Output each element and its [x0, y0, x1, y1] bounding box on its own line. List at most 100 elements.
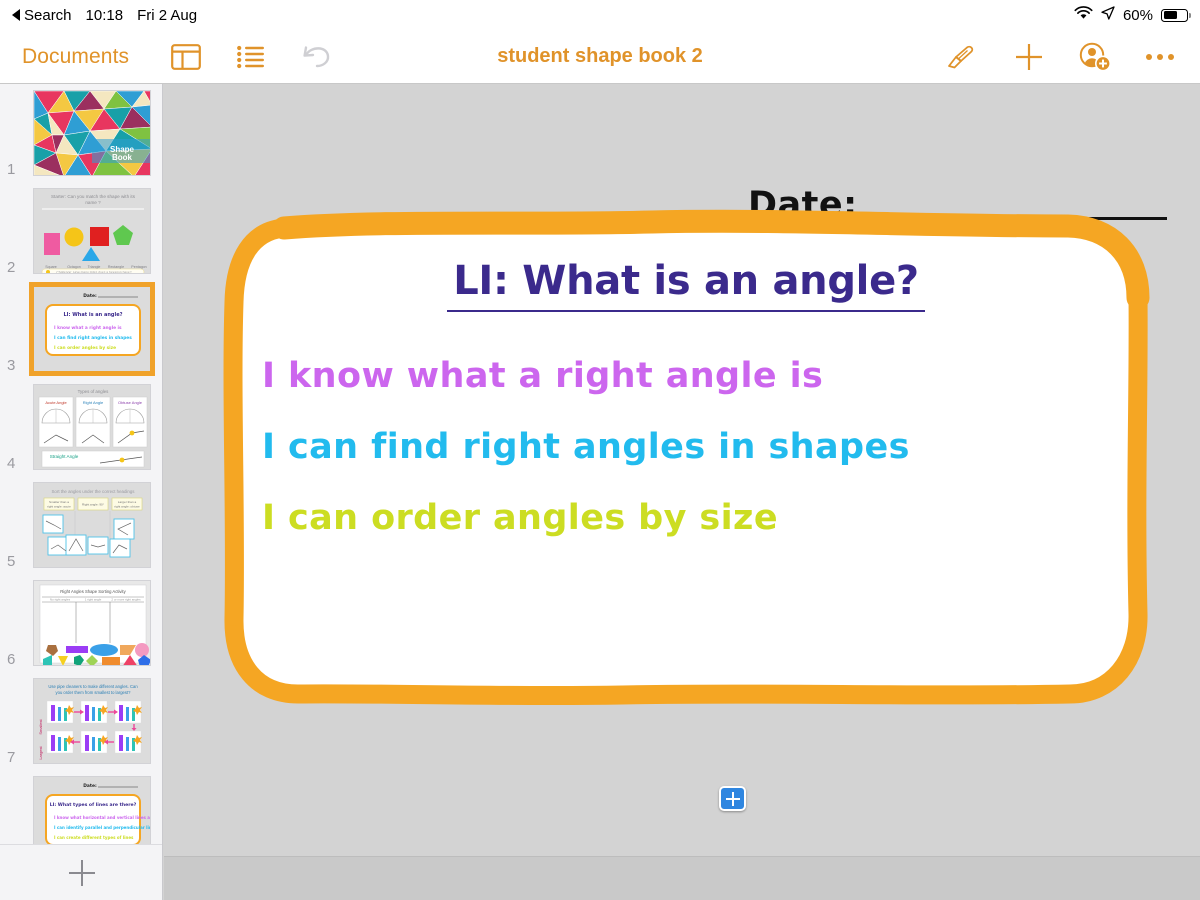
thumbnail-canvas[interactable]: Starter: Can you match the shape with it… [33, 188, 151, 274]
svg-text:you order them from smallest t: you order them from smallest to largest? [56, 690, 132, 695]
more-options-icon[interactable] [1146, 53, 1174, 60]
svg-text:Challenge: How many sides does: Challenge: How many sides does a hexagon… [56, 271, 131, 274]
svg-text:Types of angles: Types of angles [78, 389, 110, 394]
svg-text:I can identify parallel and pe: I can identify parallel and perpendicula… [54, 825, 151, 830]
slide-number: 2 [7, 259, 16, 276]
sidebar-layout-icon[interactable] [171, 43, 202, 70]
pipe-cleaners-art: Use pipe cleaners to make different angl… [34, 679, 150, 763]
shape-sort-art: Right Angles Shape Sorting Activity No r… [34, 581, 150, 665]
thumbnail-canvas[interactable]: Types of angles Acute Angle Right Angle … [33, 384, 151, 470]
thumbnail-canvas[interactable]: Sort the angles under the correct headin… [33, 482, 151, 568]
svg-text:Smallest: Smallest [38, 718, 43, 734]
svg-text:Date:: Date: [83, 783, 97, 789]
svg-text:Rectangle: Rectangle [108, 265, 124, 269]
svg-text:I can create different types o: I can create different types of lines [54, 835, 134, 840]
slide-thumbnail-5[interactable]: 5 Sort the angles under the correct head… [0, 476, 162, 574]
toolbar-left-icons [171, 43, 333, 70]
svg-text:right angle: acute: right angle: acute [47, 505, 71, 509]
svg-text:Octagon: Octagon [67, 265, 81, 269]
shape-match-art: Starter: Can you match the shape with it… [34, 189, 150, 273]
hand-drawn-orange-frame[interactable]: LI: What is an angle? I know what a righ… [222, 209, 1150, 811]
svg-text:Obtuse Angle: Obtuse Angle [118, 400, 143, 405]
svg-text:Larger than a: Larger than a [118, 500, 137, 504]
svg-text:name ?: name ? [85, 200, 101, 205]
svg-text:Date:: Date: [83, 293, 97, 299]
thumbnail-canvas-selected[interactable]: Date: LI: What is an angle? I know what … [29, 282, 155, 376]
status-bar-time: 10:18 [85, 6, 124, 24]
slide-thumbnail-3[interactable]: 3 Date: LI: What is an angle? I know wha… [0, 280, 162, 378]
battery-percent-label: 60% [1122, 6, 1153, 24]
angle-sort-art: Sort the angles under the correct headin… [34, 483, 150, 567]
mosaic-cover-art: Shape Book [34, 91, 150, 175]
svg-text:Starter: Can you match the sha: Starter: Can you match the shape with it… [51, 194, 136, 199]
svg-text:Pentagon: Pentagon [131, 265, 146, 269]
wifi-icon [1074, 6, 1093, 24]
bullet-2[interactable]: I can find right angles in shapes [262, 428, 1124, 466]
svg-text:Right Angle: Right Angle [83, 400, 104, 405]
svg-text:Triangle: Triangle [88, 265, 101, 269]
ios-status-bar: Search 10:18 Fri 2 Aug 60% [0, 0, 1200, 30]
slide-thumbnail-1[interactable]: 1 Shape Book [0, 84, 162, 182]
slide-number: 7 [7, 749, 16, 766]
status-bar-left: Search 10:18 Fri 2 Aug [12, 7, 197, 24]
slide-thumbnail-4[interactable]: 4 Types of angles Acute Angle Right Angl… [0, 378, 162, 476]
add-collaborator-icon[interactable] [1078, 42, 1112, 72]
svg-text:Right Angles Shape Sorting Act: Right Angles Shape Sorting Activity [60, 589, 126, 594]
svg-text:Book: Book [112, 153, 133, 162]
svg-text:I can order angles by size: I can order angles by size [54, 345, 116, 351]
slide-number: 5 [7, 553, 16, 570]
svg-text:Right angle: 90°: Right angle: 90° [82, 503, 105, 507]
learning-intention-heading-text: LI: What is an angle? [447, 258, 925, 312]
svg-text:Straight Angle: Straight Angle [50, 454, 79, 459]
svg-text:2 or more right angles: 2 or more right angles [111, 598, 141, 602]
slide-canvas[interactable]: Date: LI: What is an angle? I know what … [164, 84, 1200, 900]
back-triangle-icon [12, 9, 20, 21]
svg-text:Acute Angle: Acute Angle [45, 400, 67, 405]
svg-text:LI: What types of lines are th: LI: What types of lines are there? [50, 802, 137, 808]
svg-text:right angle: obtuse: right angle: obtuse [114, 505, 140, 509]
slide-navigator-sidebar[interactable]: 1 Shape Book 2 Starter: Can you match th… [0, 84, 163, 900]
status-bar-right: 60% [1074, 6, 1191, 24]
slide-thumbnail-6[interactable]: 6 Right Angles Shape Sorting Activity No… [0, 574, 162, 672]
format-brush-icon[interactable] [946, 44, 980, 70]
thumbnail-canvas[interactable]: Use pipe cleaners to make different angl… [33, 678, 151, 764]
svg-text:Square: Square [45, 265, 57, 269]
add-slide-button[interactable] [0, 844, 162, 900]
battery-icon [1161, 8, 1191, 22]
bullet-1[interactable]: I know what a right angle is [262, 358, 1124, 395]
slide-number: 4 [7, 455, 16, 472]
location-arrow-icon [1101, 6, 1115, 24]
plus-icon [68, 859, 95, 886]
app-toolbar: Documents student shape book 2 [0, 30, 1200, 84]
documents-button[interactable]: Documents [22, 45, 129, 69]
slide-number: 3 [7, 357, 16, 374]
list-view-icon[interactable] [237, 45, 265, 69]
slide-number: 6 [7, 651, 16, 668]
plus-icon [725, 791, 740, 806]
undo-icon [301, 44, 333, 70]
svg-text:I know what a right angle is: I know what a right angle is [54, 325, 122, 331]
svg-text:LI: What is an angle?: LI: What is an angle? [64, 312, 123, 318]
back-label: Search [24, 6, 72, 24]
canvas-bottom-strip [164, 856, 1200, 900]
bullet-3[interactable]: I can order angles by size [262, 499, 1124, 537]
svg-text:I know what horizontal and ver: I know what horizontal and vertical line… [54, 815, 151, 820]
back-to-search-button[interactable]: Search [12, 7, 72, 24]
insert-plus-icon[interactable] [1014, 42, 1044, 72]
svg-text:Use pipe cleaners to make diff: Use pipe cleaners to make different angl… [48, 684, 138, 689]
learning-intention-bullets: I know what a right angle is I can find … [248, 358, 1124, 536]
angle-types-art: Types of angles Acute Angle Right Angle … [34, 385, 150, 469]
learning-intention-heading[interactable]: LI: What is an angle? [248, 258, 1124, 312]
thumbnail-canvas[interactable]: Shape Book [33, 90, 151, 176]
thumbnail-canvas[interactable]: Right Angles Shape Sorting Activity No r… [33, 580, 151, 666]
slide-thumbnail-2[interactable]: 2 Starter: Can you match the shape with … [0, 182, 162, 280]
slide-thumbnail-7[interactable]: 7 Use pipe cleaners to make different an… [0, 672, 162, 770]
status-bar-date: Fri 2 Aug [137, 6, 198, 24]
frame-text-content: LI: What is an angle? I know what a righ… [222, 214, 1150, 709]
keynote-app-window: Search 10:18 Fri 2 Aug 60% Documents stu… [0, 0, 1200, 900]
slide-content: Date: LI: What is an angle? I know what … [164, 84, 1200, 900]
add-text-box-handle[interactable] [719, 786, 746, 811]
svg-text:Largest: Largest [38, 745, 43, 759]
svg-text:No right angles: No right angles [50, 598, 71, 602]
toolbar-right-icons [946, 42, 1174, 72]
